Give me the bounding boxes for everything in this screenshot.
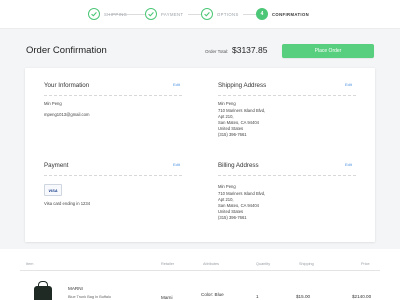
checkout-stepper: SHIPPING PAYMENT OPTIONS 4 CONFIRMATION [0, 0, 400, 28]
customer-name: Min Peng [44, 101, 62, 106]
billing-phone: (315) 396-7661 [218, 215, 247, 220]
step-connector [243, 13, 256, 15]
edit-your-information-link[interactable]: Edit [173, 82, 180, 87]
visa-card-icon: VISA [44, 184, 62, 196]
billing-name: Min Peng [218, 184, 236, 189]
divider [44, 95, 182, 96]
step-label: CONFIRMATION [272, 11, 310, 17]
product-brand: MARNI [68, 286, 83, 291]
card-description: Visa card ending in 1234 [44, 201, 91, 206]
edit-payment-link[interactable]: Edit [173, 162, 180, 167]
step-label: PAYMENT [161, 11, 184, 17]
product-shipping: $15.00 [296, 294, 311, 299]
product-attributes: Color: Blue [201, 292, 224, 297]
divider [218, 175, 356, 176]
step-shipping[interactable]: SHIPPING [88, 6, 127, 22]
edit-billing-address-link[interactable]: Edit [345, 162, 352, 167]
column-header-quantity: Quantity [256, 262, 271, 266]
shipping-name: Min Peng [218, 101, 236, 106]
payment-title: Payment [44, 162, 69, 169]
product-retailer: Marni [161, 295, 173, 300]
shipping-address-title: Shipping Address [218, 82, 267, 89]
column-header-retailer: Retailer [161, 262, 175, 266]
check-icon [88, 8, 100, 20]
billing-address-title: Billing Address [218, 162, 259, 169]
step-label: OPTIONS [217, 11, 239, 17]
product-price: $2140.00 [352, 294, 372, 299]
step-confirmation[interactable]: 4 CONFIRMATION [256, 6, 309, 22]
check-icon [201, 8, 213, 20]
order-details-card: Your Information Edit Min Peng mpeng1013… [25, 68, 375, 242]
shipping-phone: (315) 396-7661 [218, 132, 247, 137]
column-header-attributes: Attributes [203, 262, 220, 266]
step-number-badge: 4 [256, 8, 268, 20]
divider [218, 95, 356, 96]
step-payment[interactable]: PAYMENT [145, 6, 183, 22]
step-options[interactable]: OPTIONS [201, 6, 239, 22]
page-title: Order Confirmation [26, 45, 107, 56]
product-name[interactable]: Blue Trunk Bag In Buffalo [68, 295, 111, 299]
order-total-label: Order Total: [205, 49, 229, 54]
product-quantity: 1 [256, 294, 259, 299]
place-order-button[interactable]: Place Order [282, 44, 374, 58]
divider [44, 175, 182, 176]
column-header-price: Price [361, 262, 370, 266]
column-header-item: Item [26, 262, 34, 266]
table-header-divider [20, 270, 380, 271]
column-header-shipping: Shipping [299, 262, 314, 266]
product-image [34, 281, 52, 300]
check-icon [145, 8, 157, 20]
step-connector [188, 13, 201, 15]
order-total-value: $3137.85 [232, 45, 268, 55]
edit-shipping-address-link[interactable]: Edit [345, 82, 352, 87]
customer-email: mpeng1013@gmail.com [44, 112, 90, 117]
your-information-title: Your Information [44, 82, 90, 89]
step-label: SHIPPING [104, 11, 128, 17]
